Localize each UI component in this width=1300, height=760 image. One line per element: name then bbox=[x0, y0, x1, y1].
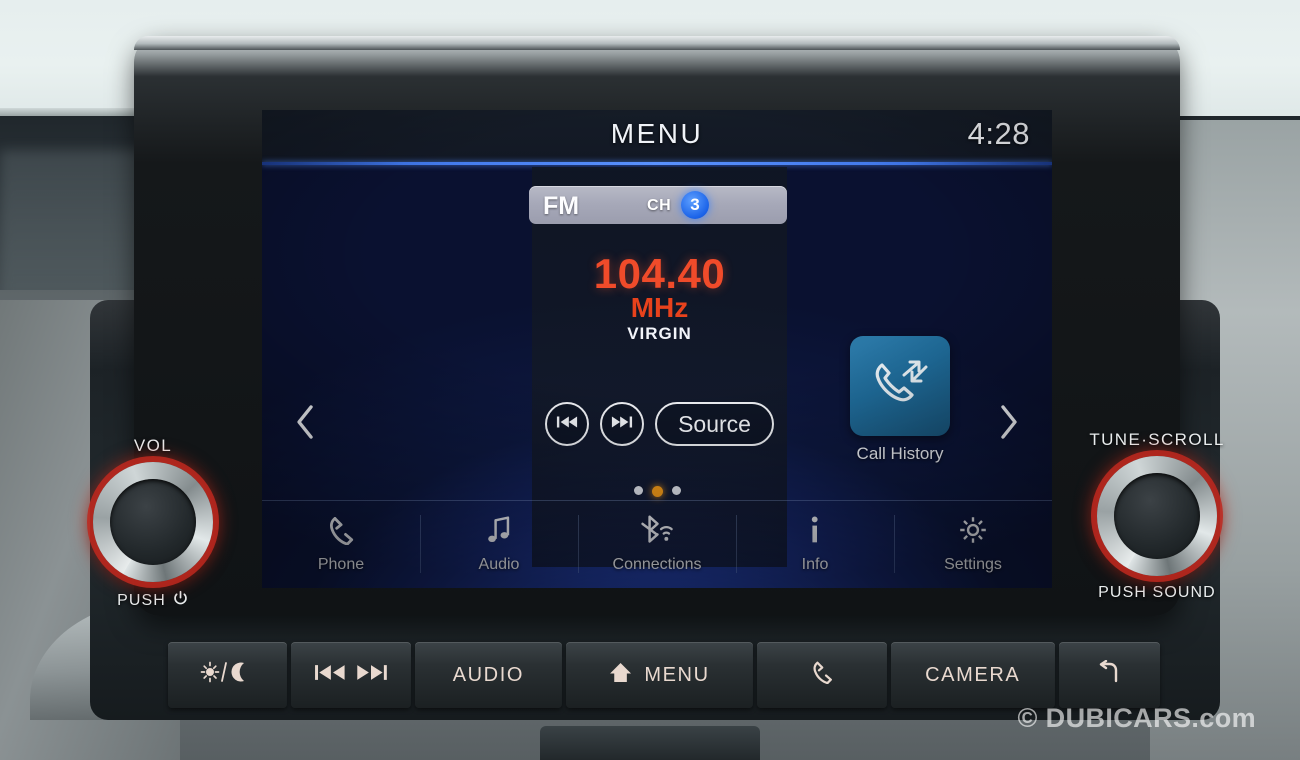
chevron-left-icon bbox=[293, 403, 317, 446]
page-title: MENU bbox=[610, 118, 704, 149]
source-button[interactable]: Source bbox=[655, 402, 774, 446]
page-indicator bbox=[262, 486, 1052, 497]
nav-label-audio: Audio bbox=[478, 556, 520, 573]
page-dot-3[interactable] bbox=[671, 486, 681, 495]
bezel-highlight bbox=[134, 36, 1180, 50]
lower-console-vent bbox=[540, 726, 760, 760]
nav-label-info: Info bbox=[801, 556, 829, 573]
frequency-unit: MHz bbox=[630, 292, 689, 323]
back-button[interactable] bbox=[1058, 642, 1160, 708]
track-prev-next-icon bbox=[314, 663, 388, 688]
gear-icon bbox=[958, 515, 988, 550]
back-arrow-icon bbox=[1097, 659, 1121, 690]
next-track-button[interactable] bbox=[600, 402, 645, 446]
nav-item-info[interactable]: Info bbox=[736, 501, 894, 588]
menu-button[interactable]: MENU bbox=[565, 642, 754, 708]
menu-button-label: MENU bbox=[644, 663, 710, 686]
volume-knob-label: VOL bbox=[133, 436, 173, 455]
page-dot-1[interactable] bbox=[633, 486, 643, 495]
bluetooth-wifi-icon bbox=[639, 515, 674, 550]
next-page-arrow[interactable] bbox=[988, 398, 1030, 450]
band-label: FM bbox=[543, 192, 580, 220]
page-dot-2-active[interactable] bbox=[651, 486, 663, 497]
audio-button[interactable]: AUDIO bbox=[414, 642, 562, 708]
skip-previous-icon bbox=[556, 414, 578, 435]
physical-button-bar: AUDIO MENU CAMERA bbox=[168, 642, 1160, 708]
power-icon bbox=[172, 590, 189, 612]
camera-button[interactable]: CAMERA bbox=[890, 642, 1055, 708]
channel-label: CH bbox=[647, 197, 672, 214]
bottom-navigation: Phone Audio Connections Info Settings bbox=[262, 500, 1052, 588]
tune-push-label: PUSH SOUND bbox=[1098, 584, 1216, 601]
nav-label-connections: Connections bbox=[612, 556, 702, 573]
infotainment-screen[interactable]: MENU 4:28 FM CH 3 104.40 MHz VIRGIN Sour… bbox=[262, 110, 1052, 588]
clock: 4:28 bbox=[967, 116, 1030, 151]
volume-push-text: PUSH bbox=[117, 592, 166, 609]
chevron-right-icon bbox=[997, 403, 1021, 446]
nav-item-audio[interactable]: Audio bbox=[420, 501, 578, 588]
tune-knob-label: TUNE·SCROLL bbox=[1089, 430, 1225, 449]
station-name: VIRGIN bbox=[627, 324, 692, 343]
nav-item-connections[interactable]: Connections bbox=[578, 501, 736, 588]
volume-push-label: PUSH bbox=[78, 590, 228, 612]
call-history-icon bbox=[868, 355, 932, 418]
track-prev-next-button[interactable] bbox=[291, 642, 411, 708]
music-note-icon bbox=[485, 515, 513, 550]
phone-icon bbox=[811, 660, 833, 690]
call-history-label: Call History bbox=[856, 444, 944, 463]
volume-knob-assembly: VOL PUSH bbox=[78, 436, 228, 612]
previous-page-arrow[interactable] bbox=[284, 398, 326, 450]
phone-icon bbox=[327, 515, 355, 550]
nav-item-settings[interactable]: Settings bbox=[894, 501, 1052, 588]
frequency-value: 104.40 bbox=[593, 250, 726, 297]
channel-badge: 3 bbox=[681, 191, 709, 219]
previous-track-button[interactable] bbox=[545, 402, 590, 446]
band-bar[interactable]: FM CH 3 bbox=[529, 186, 787, 224]
nav-label-settings: Settings bbox=[944, 556, 1002, 573]
volume-knob[interactable] bbox=[93, 462, 213, 582]
media-controls: Source bbox=[532, 398, 787, 450]
home-icon bbox=[609, 662, 632, 689]
call-history-tile[interactable] bbox=[850, 336, 950, 436]
watermark: © DUBICARS.com bbox=[1017, 703, 1256, 733]
phone-button[interactable] bbox=[757, 642, 887, 708]
nav-item-phone[interactable]: Phone bbox=[262, 501, 420, 588]
info-icon bbox=[805, 515, 824, 550]
nav-label-phone: Phone bbox=[317, 556, 365, 573]
skip-next-icon bbox=[611, 414, 633, 435]
tune-scroll-knob-assembly: TUNE·SCROLL PUSH SOUND bbox=[1082, 430, 1232, 602]
display-button[interactable] bbox=[168, 642, 288, 708]
tune-scroll-knob[interactable] bbox=[1097, 456, 1217, 576]
header-accent-line bbox=[262, 162, 1052, 165]
display-day-night-icon bbox=[200, 660, 256, 690]
